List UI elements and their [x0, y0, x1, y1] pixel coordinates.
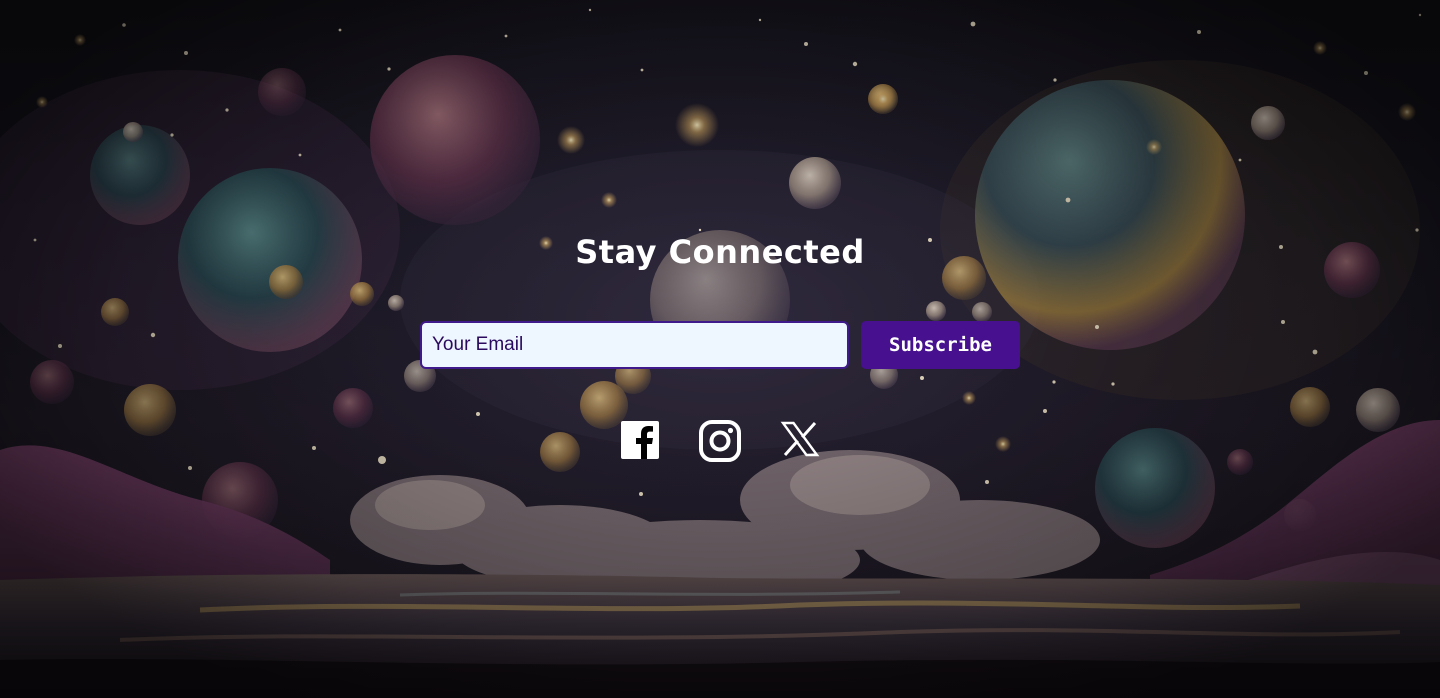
x-icon [780, 421, 820, 457]
facebook-link[interactable] [620, 419, 664, 463]
facebook-icon [621, 421, 659, 459]
newsletter-content: Stay Connected Subscribe [0, 0, 1440, 698]
email-input[interactable] [420, 321, 849, 369]
subscribe-form: Subscribe [420, 321, 1020, 369]
instagram-icon [699, 420, 741, 462]
newsletter-section: Stay Connected Subscribe [0, 0, 1440, 698]
x-link[interactable] [780, 419, 824, 463]
social-links [620, 419, 820, 463]
section-title: Stay Connected [575, 233, 865, 271]
subscribe-button[interactable]: Subscribe [861, 321, 1020, 369]
instagram-link[interactable] [698, 419, 742, 463]
